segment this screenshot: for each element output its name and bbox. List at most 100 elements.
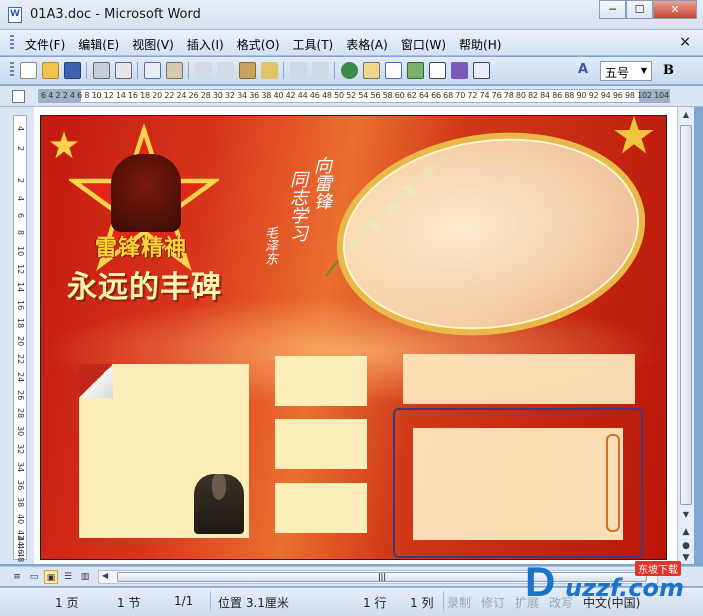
window-controls: ─ ☐ ✕ <box>599 0 697 19</box>
print-preview-icon[interactable] <box>115 62 132 79</box>
vruler-tick: 14 <box>16 282 25 293</box>
ruler-scale[interactable]: 6 4 2 2 4 6 8 10 12 14 16 18 20 22 24 26… <box>38 89 670 103</box>
scroll-down-icon[interactable]: ▼ <box>678 507 694 523</box>
font-style-icon[interactable]: A <box>578 62 588 77</box>
font-size-value: 五号 <box>605 66 630 80</box>
text-box-middle-1[interactable] <box>275 356 367 406</box>
status-separator <box>210 591 211 611</box>
text-box-right-bottom[interactable] <box>413 428 623 540</box>
minimize-button[interactable]: ─ <box>599 0 626 19</box>
vertical-ruler: 4 2 2 4 6 8 10 12 14 16 18 20 22 24 26 2… <box>0 107 34 564</box>
save-icon[interactable] <box>64 62 81 79</box>
undo-icon[interactable] <box>290 62 307 79</box>
text-box-right-top[interactable] <box>403 354 635 404</box>
status-column: 1 列 <box>410 596 434 610</box>
chevron-down-icon[interactable]: ▼ <box>638 63 650 79</box>
drawing-icon[interactable] <box>451 62 468 79</box>
copy-icon[interactable] <box>217 62 234 79</box>
toolbar-separator <box>86 62 87 79</box>
vruler-tick: 26 <box>16 390 25 401</box>
vruler-tick: 22 <box>16 354 25 365</box>
research-icon[interactable] <box>166 62 183 79</box>
font-size-select[interactable]: 五号 ▼ <box>600 61 652 81</box>
spelling-icon[interactable] <box>144 62 161 79</box>
toolbar-grip-icon[interactable] <box>10 62 14 78</box>
soldier-photo <box>194 474 244 534</box>
menu-window[interactable]: 窗口(W) <box>401 36 446 53</box>
status-record[interactable]: 录制 <box>447 594 471 611</box>
reading-layout-icon[interactable]: ▥ <box>78 570 92 584</box>
vertical-scrollbar[interactable]: ▲ ▼ ▲ ● ▼ <box>677 107 694 564</box>
vruler-tick: 8 <box>16 230 25 236</box>
normal-view-icon[interactable]: ≡ <box>10 570 24 584</box>
vertical-scroll-thumb[interactable] <box>680 125 692 505</box>
menu-view[interactable]: 视图(V) <box>132 36 174 53</box>
poster-subtitle: 永远的丰碑 <box>67 270 222 305</box>
toolbar-separator <box>334 62 335 79</box>
logo-mark-icon: D <box>525 558 556 605</box>
poster-page[interactable]: 雷锋精神 永远的丰碑 向雷锋 同志学习 毛泽东 <box>40 115 667 560</box>
vruler-tick: 18 <box>16 318 25 329</box>
vruler-tick: 38 <box>16 497 25 508</box>
outline-view-icon[interactable]: ☰ <box>61 570 75 584</box>
cut-icon[interactable] <box>195 62 212 79</box>
menu-table[interactable]: 表格(A) <box>346 36 388 53</box>
vertical-ruler-scale[interactable]: 4 2 2 4 6 8 10 12 14 16 18 20 22 24 26 2… <box>13 115 27 563</box>
scroll-left-icon[interactable]: ◀ <box>102 571 108 580</box>
open-folder-icon[interactable] <box>42 62 59 79</box>
vruler-tick: 48 <box>16 552 25 563</box>
menu-bar: 文件(F) 编辑(E) 视图(V) 插入(I) 格式(O) 工具(T) 表格(A… <box>0 30 703 56</box>
show-hide-icon[interactable] <box>473 62 490 79</box>
redo-icon[interactable] <box>312 62 329 79</box>
format-painter-icon[interactable] <box>261 62 278 79</box>
print-icon[interactable] <box>93 62 110 79</box>
tab-selector[interactable] <box>12 90 25 103</box>
vruler-tick: 34 <box>16 462 25 473</box>
vruler-tick: 2 <box>16 178 25 184</box>
word-document-icon[interactable] <box>8 7 22 23</box>
toolbar-grip-icon[interactable] <box>10 35 14 51</box>
menu-items: 文件(F) 编辑(E) 视图(V) 插入(I) 格式(O) 工具(T) 表格(A… <box>25 36 514 53</box>
menu-insert[interactable]: 插入(I) <box>187 36 224 53</box>
status-revise[interactable]: 修订 <box>481 594 505 611</box>
text-box-middle-3[interactable] <box>275 483 367 533</box>
vruler-tick: 10 <box>16 246 25 257</box>
scroll-up-icon[interactable]: ▲ <box>678 107 694 123</box>
scroll-ornament <box>606 434 620 532</box>
horizontal-ruler: 6 4 2 2 4 6 8 10 12 14 16 18 20 22 24 26… <box>0 86 703 107</box>
maximize-button[interactable]: ☐ <box>626 0 653 19</box>
standard-toolbar: A 五号 ▼ B <box>0 57 703 85</box>
vruler-tick: 24 <box>16 372 25 383</box>
menu-tools[interactable]: 工具(T) <box>293 36 334 53</box>
vruler-tick: 36 <box>16 480 25 491</box>
view-buttons: ≡ ▭ ▣ ☰ ▥ <box>10 570 95 584</box>
vruler-tick: 12 <box>16 264 25 275</box>
ruler-ticks: 6 4 2 2 4 6 8 10 12 14 16 18 20 22 24 26… <box>41 91 670 100</box>
window-title: 01A3.doc - Microsoft Word <box>30 7 201 22</box>
previous-page-icon[interactable]: ▲ <box>678 527 694 541</box>
toolbar-separator <box>137 62 138 79</box>
title-bar: 01A3.doc - Microsoft Word ─ ☐ ✕ <box>0 0 703 30</box>
web-layout-icon[interactable]: ▭ <box>27 570 41 584</box>
hyperlink-icon[interactable] <box>341 62 358 79</box>
document-close-button[interactable]: × <box>679 34 691 50</box>
print-layout-icon[interactable]: ▣ <box>44 570 58 584</box>
vruler-tick: 4 <box>16 196 25 202</box>
vruler-tick: 16 <box>16 300 25 311</box>
menu-edit[interactable]: 编辑(E) <box>78 36 119 53</box>
insert-excel-icon[interactable] <box>407 62 424 79</box>
close-button[interactable]: ✕ <box>653 0 697 19</box>
paste-icon[interactable] <box>239 62 256 79</box>
text-box-middle-2[interactable] <box>275 419 367 469</box>
menu-format[interactable]: 格式(O) <box>237 36 280 53</box>
vruler-tick: 20 <box>16 336 25 347</box>
calligraphy-line: 同志学习 <box>287 170 308 242</box>
toolbar-icons <box>20 62 495 79</box>
menu-file[interactable]: 文件(F) <box>25 36 65 53</box>
bold-button[interactable]: B <box>663 63 674 78</box>
columns-icon[interactable] <box>429 62 446 79</box>
tables-borders-icon[interactable] <box>363 62 380 79</box>
new-document-icon[interactable] <box>20 62 37 79</box>
insert-table-icon[interactable] <box>385 62 402 79</box>
menu-help[interactable]: 帮助(H) <box>459 36 501 53</box>
